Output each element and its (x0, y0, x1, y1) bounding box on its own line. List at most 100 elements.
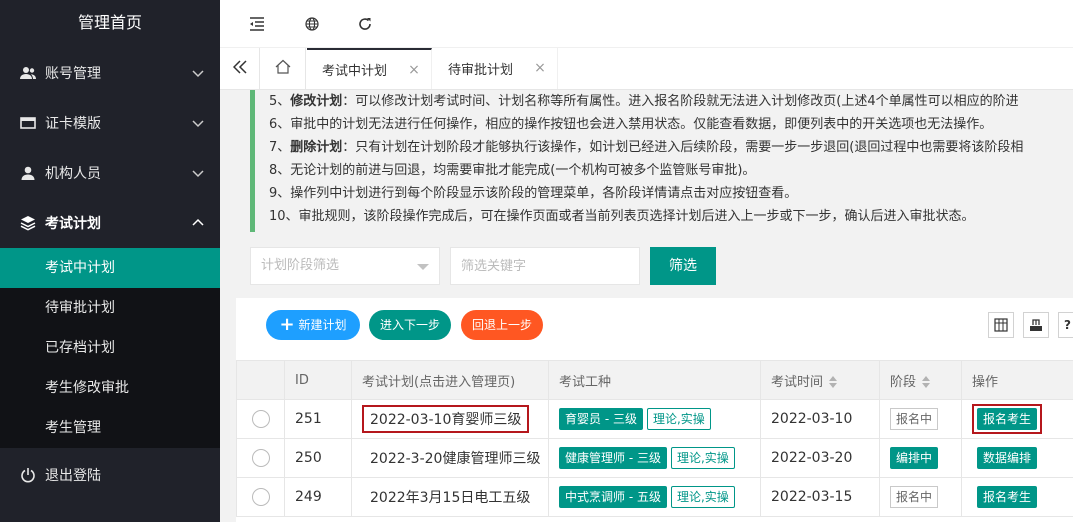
columns-icon[interactable] (988, 312, 1014, 338)
sub-item-candidate-management[interactable]: 考生管理 (0, 408, 220, 448)
register-candidates-button[interactable]: 报名考生 (977, 486, 1038, 508)
nav-card-template[interactable]: 证卡模版 (0, 98, 220, 148)
filter-button[interactable]: 筛选 (650, 247, 716, 285)
sub-item-candidate-edit-approval[interactable]: 考生修改审批 (0, 368, 220, 408)
brand-title[interactable]: 管理首页 (0, 0, 220, 48)
stage-filter-placeholder: 计划阶段筛选 (261, 258, 340, 273)
row-job-cell: 中式烹调师 - 五级 理论,实操 (548, 477, 761, 517)
sort-icon[interactable] (829, 376, 838, 388)
chevron-down-icon (192, 167, 204, 179)
row-radio[interactable] (251, 410, 270, 428)
nav-exam-plan[interactable]: 考试计划 (0, 198, 220, 248)
row-stage-cell: 报名中 (879, 399, 962, 439)
caret-down-icon (417, 264, 429, 270)
close-icon[interactable]: × (533, 60, 547, 76)
stage-column-header[interactable]: 阶段 (879, 360, 962, 400)
instructions-block: 5、修改计划：可以修改计划考试时间、计划名称等所有属性。进入报名阶段就无法进入计… (250, 90, 1073, 232)
row-action-cell: 数据编排 (961, 438, 1073, 478)
logout-label: 退出登陆 (45, 468, 101, 484)
tabs-scroll-left-button[interactable] (220, 48, 260, 89)
exam-plan-submenu: 考试中计划 待审批计划 已存档计划 考生修改审批 考生管理 (0, 248, 220, 448)
sort-icon[interactable] (922, 376, 931, 388)
plan-link[interactable]: 2022-3-20健康管理师三级 (362, 451, 540, 467)
sub-item-pending-plans[interactable]: 待审批计划 (0, 288, 220, 328)
chevron-down-icon (192, 67, 204, 79)
id-column-header[interactable]: ID (284, 360, 352, 400)
row-radio[interactable] (251, 449, 270, 467)
users-icon (20, 65, 36, 81)
page-tabs: 考试中计划 × 待审批计划 × (220, 48, 1073, 90)
plan-link[interactable]: 2022-03-10育婴师三级 (362, 405, 530, 433)
table-row: 250 2022-3-20健康管理师三级 健康管理师 - 三级 理论,实操 202… (236, 438, 1073, 478)
job-tag: 健康管理师 - 三级 (559, 447, 667, 469)
note-line: 5、修改计划：可以修改计划考试时间、计划名称等所有属性。进入报名阶段就无法进入计… (269, 94, 1019, 109)
row-stage-cell: 编排中 (879, 438, 962, 478)
row-radio-cell (236, 399, 285, 439)
register-candidates-button[interactable]: 报名考生 (977, 408, 1038, 430)
top-header (220, 0, 1073, 48)
plan-column-header[interactable]: 考试计划(点击进入管理页) (351, 360, 549, 400)
prev-step-button[interactable]: 回退上一步 (461, 310, 543, 340)
table-row: 249 2022年3月15日电工五级 中式烹调师 - 五级 理论,实操 2022-… (236, 477, 1073, 517)
nav-label: 机构人员 (45, 166, 101, 182)
globe-icon[interactable] (302, 14, 322, 34)
tab-label: 待审批计划 (448, 63, 514, 78)
mode-tag: 理论,实操 (670, 486, 735, 508)
next-step-button[interactable]: 进入下一步 (369, 310, 451, 340)
nav-account-management[interactable]: 账号管理 (0, 48, 220, 98)
note-line: 6、审批中的计划无法进行任何操作，相应的操作按钮也会进入禁用状态。仅能查看数据，… (269, 117, 993, 132)
nav-institution-staff[interactable]: 机构人员 (0, 148, 220, 198)
sidebar: 管理首页 账号管理 证卡模版 机构人员 考试计划 考试中计划 待审批计划 已存档… (0, 0, 220, 522)
row-id: 249 (284, 477, 352, 517)
data-arrange-button[interactable]: 数据编排 (977, 447, 1038, 469)
double-chevron-left-icon (232, 59, 247, 78)
row-radio[interactable] (251, 488, 270, 506)
stage-filter-select[interactable]: 计划阶段筛选 (250, 247, 440, 285)
tab-active-plans[interactable]: 考试中计划 × (307, 48, 432, 89)
plan-table: ID 考试计划(点击进入管理页) 考试工种 考试时间 阶段 操作 251 202… (236, 360, 1073, 517)
stage-badge: 报名中 (890, 408, 939, 430)
action-column-header: 操作 (961, 360, 1073, 400)
home-tab[interactable] (260, 48, 306, 89)
power-icon (20, 467, 36, 483)
close-icon[interactable]: × (407, 62, 421, 78)
refresh-icon[interactable] (355, 14, 375, 34)
note-line: 10、审批规则，该阶段操作完成后，可在操作页面或者当前列表页选择计划后进入上一步… (269, 209, 975, 224)
note-line: 8、无论计划的前进与回退，均需要审批才能完成(一个机构可被多个监管账号审批)。 (269, 163, 756, 178)
row-date: 2022-03-15 (760, 477, 880, 517)
row-job-cell: 健康管理师 - 三级 理论,实操 (548, 438, 761, 478)
row-date: 2022-03-10 (760, 399, 880, 439)
chevron-up-icon (192, 217, 204, 229)
nav-label: 账号管理 (45, 66, 101, 82)
sub-item-active-plans[interactable]: 考试中计划 (0, 248, 220, 288)
job-tag: 育婴员 - 三级 (559, 408, 643, 430)
row-radio-cell (236, 438, 285, 478)
nav-label: 证卡模版 (45, 116, 101, 132)
tab-pending-plans[interactable]: 待审批计划 × (433, 48, 558, 89)
plan-table-panel: + 新建计划 进入下一步 回退上一步 ? ID 考试计划(点击进入管理页) 考试… (236, 298, 1073, 522)
plan-link[interactable]: 2022年3月15日电工五级 (362, 490, 530, 506)
nav-label: 考试计划 (45, 216, 101, 232)
logout-button[interactable]: 退出登陆 (0, 450, 220, 500)
select-column-header (236, 360, 285, 400)
print-icon[interactable]: ? (1058, 312, 1073, 338)
sub-item-archived-plans[interactable]: 已存档计划 (0, 328, 220, 368)
new-plan-button[interactable]: + 新建计划 (266, 310, 360, 340)
table-toolbar: + 新建计划 进入下一步 回退上一步 ? (236, 298, 1073, 360)
row-stage-cell: 报名中 (879, 477, 962, 517)
export-icon[interactable] (1023, 312, 1049, 338)
home-icon (275, 59, 291, 79)
job-tag: 中式烹调师 - 五级 (559, 486, 667, 508)
mode-tag: 理论,实操 (646, 408, 711, 430)
job-column-header[interactable]: 考试工种 (548, 360, 761, 400)
date-column-header[interactable]: 考试时间 (760, 360, 880, 400)
keyword-input[interactable] (450, 247, 640, 285)
layers-icon (20, 215, 36, 231)
main-content: 5、修改计划：可以修改计划考试时间、计划名称等所有属性。进入报名阶段就无法进入计… (220, 90, 1073, 522)
table-row: 251 2022-03-10育婴师三级 育婴员 - 三级 理论,实操 2022-0… (236, 399, 1073, 439)
row-date: 2022-03-20 (760, 438, 880, 478)
row-plan-cell: 2022年3月15日电工五级 (351, 477, 549, 517)
menu-fold-icon[interactable] (247, 14, 267, 34)
row-id: 250 (284, 438, 352, 478)
chevron-down-icon (192, 117, 204, 129)
